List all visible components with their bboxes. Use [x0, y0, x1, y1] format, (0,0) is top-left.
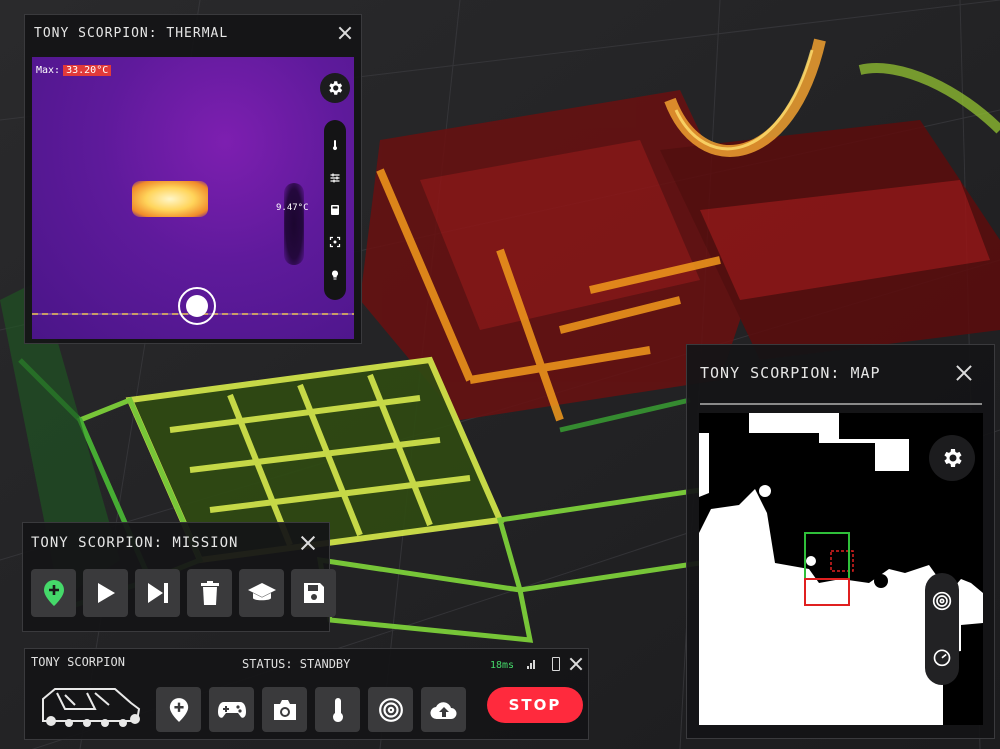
thermometer-icon: [332, 697, 343, 722]
delete-button[interactable]: [187, 569, 232, 617]
battery-icon: [552, 657, 560, 671]
robot-name: TONY SCORPION: [31, 655, 125, 669]
gamepad-button[interactable]: [209, 687, 254, 732]
save-button[interactable]: [291, 569, 336, 617]
calculator-icon[interactable]: [329, 204, 341, 216]
camera-icon: [273, 699, 296, 720]
cloud-upload-icon: [429, 701, 456, 719]
play-icon: [97, 583, 115, 603]
close-icon[interactable]: [337, 25, 353, 41]
capture-button[interactable]: [178, 287, 216, 325]
map-panel: TONY SCORPION: MAP: [686, 344, 995, 739]
map-settings-button[interactable]: [929, 435, 975, 481]
graduation-cap-icon: [247, 583, 276, 601]
thermal-panel-title: TONY SCORPION: THERMAL: [34, 25, 229, 41]
upload-button[interactable]: [421, 687, 466, 732]
thermal-camera-view[interactable]: Max: 33.20°C 9.47°C: [32, 57, 354, 339]
thermal-settings-button[interactable]: [320, 73, 350, 103]
thermal-toolbar: [324, 120, 346, 300]
max-temp-label: Max:: [36, 65, 61, 76]
mission-panel-title: TONY SCORPION: MISSION: [31, 535, 239, 551]
learn-button[interactable]: [239, 569, 284, 617]
max-temp-readout: Max: 33.20°C: [36, 65, 112, 76]
close-icon[interactable]: [954, 363, 974, 383]
sliders-icon[interactable]: [329, 172, 341, 184]
spot-temp-label: 9.47°C: [276, 203, 309, 213]
robot-toolbar: [156, 687, 466, 732]
robot-tracked-vehicle-icon: [42, 688, 141, 727]
mission-toolbar: [31, 569, 336, 617]
play-button[interactable]: [83, 569, 128, 617]
skip-next-icon: [147, 583, 168, 603]
target-icon: [378, 697, 403, 722]
waypoint-button[interactable]: [156, 687, 201, 732]
camera-button[interactable]: [262, 687, 307, 732]
location-plus-icon: [43, 580, 64, 606]
hot-object: [132, 181, 208, 217]
map-panel-title: TONY SCORPION: MAP: [700, 364, 881, 382]
location-plus-icon: [169, 697, 188, 722]
mission-panel: TONY SCORPION: MISSION: [22, 522, 336, 632]
trash-icon: [200, 581, 219, 605]
floppy-disk-icon: [303, 583, 324, 603]
robot-status-text: STATUS: STANDBY: [242, 657, 351, 671]
thermal-panel-header[interactable]: TONY SCORPION: THERMAL: [25, 15, 361, 51]
gauge-icon[interactable]: [932, 647, 952, 667]
thermal-button[interactable]: [315, 687, 360, 732]
gear-icon: [944, 449, 962, 467]
target-button[interactable]: [368, 687, 413, 732]
thermometer-icon[interactable]: [329, 138, 341, 152]
person-silhouette: [284, 183, 304, 265]
occupancy-map-view[interactable]: [699, 413, 983, 725]
focus-icon[interactable]: [329, 236, 341, 248]
thermal-panel: TONY SCORPION: THERMAL Max: 33.20°C 9.47°…: [24, 14, 362, 344]
close-icon[interactable]: [568, 656, 584, 672]
mission-panel-header[interactable]: TONY SCORPION: MISSION: [23, 523, 329, 563]
latency-readout: 18ms: [490, 660, 515, 671]
gamepad-icon: [217, 701, 246, 718]
gear-icon: [329, 81, 343, 95]
lightbulb-icon[interactable]: [329, 268, 341, 282]
map-panel-header[interactable]: TONY SCORPION: MAP: [687, 345, 994, 401]
skip-next-button[interactable]: [135, 569, 180, 617]
map-toolbar: [925, 573, 959, 685]
close-icon[interactable]: [299, 534, 317, 552]
robot-status-bar: TONY SCORPION STATUS: STANDBY 18ms STOP: [24, 648, 589, 740]
target-icon[interactable]: [932, 591, 952, 611]
signal-icon: [527, 659, 535, 669]
emergency-stop-button[interactable]: STOP: [487, 687, 583, 723]
map-divider: [700, 403, 982, 405]
max-temp-value: 33.20°C: [63, 65, 112, 76]
add-waypoint-button[interactable]: [31, 569, 76, 617]
